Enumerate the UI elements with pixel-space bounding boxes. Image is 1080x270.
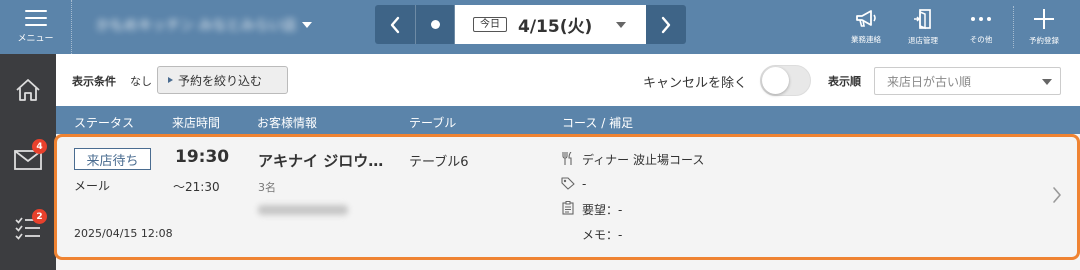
sort-select[interactable]: 来店日が古い順 xyxy=(874,67,1061,95)
chevron-right-icon xyxy=(661,16,671,33)
exclude-cancel-toggle[interactable] xyxy=(760,65,811,96)
table-header: ステータス 来店時間 お客様情報 テーブル コース / 補足 xyxy=(56,106,1080,134)
column-header: テーブル xyxy=(409,116,457,130)
exclude-cancel-label: キャンセルを除く xyxy=(643,76,748,91)
sort-label: 表示順 xyxy=(828,75,861,88)
status-badge: 来店待ち xyxy=(74,148,151,170)
tool-label: 退店管理 xyxy=(908,36,938,45)
next-day-button[interactable] xyxy=(646,5,686,44)
shop-selector[interactable]: かもめキッチン みなとみらい店 xyxy=(96,15,313,35)
guest-count: 3名 xyxy=(258,181,276,194)
task-count-badge: 2 xyxy=(32,209,47,224)
sidebar-item-home[interactable] xyxy=(0,60,56,120)
door-exit-icon xyxy=(914,9,931,30)
plus-icon xyxy=(1034,9,1054,29)
column-header: ステータス xyxy=(74,116,135,130)
chevron-left-icon xyxy=(390,16,400,33)
start-time: 19:30 xyxy=(175,147,230,167)
column-header: コース / 補足 xyxy=(562,116,634,130)
sidebar: 4 2 xyxy=(0,54,56,270)
menu-label: メニュー xyxy=(17,34,54,44)
fork-knife-icon xyxy=(562,152,572,165)
mail-count-badge: 4 xyxy=(32,139,47,154)
request-note: 要望：- xyxy=(582,203,623,217)
condition-label: 表示条件 xyxy=(72,75,116,88)
exit-management-button[interactable]: 退店管理 xyxy=(895,0,951,54)
condition-value: なし xyxy=(130,75,152,88)
dot-icon xyxy=(430,20,440,29)
more-dots-icon xyxy=(971,17,991,21)
clipboard-icon xyxy=(562,201,574,215)
current-date: 4/15(火) xyxy=(518,17,593,37)
tool-label: 予約登録 xyxy=(1029,36,1059,45)
home-icon xyxy=(16,79,40,101)
column-header: 来店時間 xyxy=(172,116,221,130)
narrow-button-label: 予約を絞り込む xyxy=(178,73,263,88)
date-picker[interactable]: 今日 4/15(火) xyxy=(455,5,646,44)
created-timestamp: 2025/04/15 12:08 xyxy=(74,227,173,240)
date-navigator: 今日 4/15(火) xyxy=(375,5,686,44)
shop-name: かもめキッチン みなとみらい店 xyxy=(96,18,297,34)
memo-note: メモ：- xyxy=(582,228,623,242)
reservation-source: メール xyxy=(74,179,111,193)
toggle-knob xyxy=(762,67,789,94)
today-dot-button[interactable] xyxy=(415,5,455,44)
guest-name: アキナイ ジロウ… xyxy=(258,152,384,170)
sidebar-item-tasks[interactable] xyxy=(0,198,56,258)
column-header: お客様情報 xyxy=(257,116,318,130)
chevron-right-icon[interactable] xyxy=(1052,186,1062,204)
caret-down-icon xyxy=(302,22,313,28)
table-number: テーブル6 xyxy=(409,155,469,170)
menu-button[interactable]: メニュー xyxy=(0,0,72,54)
today-badge: 今日 xyxy=(473,17,507,32)
sort-value: 来店日が古い順 xyxy=(887,74,972,89)
end-time: ～21:30 xyxy=(173,180,220,194)
prev-day-button[interactable] xyxy=(375,5,415,44)
course-extra: - xyxy=(582,177,587,191)
guest-phone-redacted xyxy=(258,205,348,215)
filter-bar: 表示条件 なし 予約を絞り込む キャンセルを除く 表示順 来店日が古い順 xyxy=(56,54,1080,106)
more-button[interactable]: その他 xyxy=(953,0,1009,54)
hamburger-icon xyxy=(24,10,47,26)
course-name: ディナー 波止場コース xyxy=(582,153,705,167)
tool-label: その他 xyxy=(969,35,993,44)
sidebar-item-mail[interactable] xyxy=(0,130,56,190)
megaphone-icon xyxy=(856,10,876,27)
caret-down-icon xyxy=(616,21,627,28)
caret-down-icon xyxy=(1042,79,1052,85)
new-reservation-button[interactable]: 予約登録 xyxy=(1016,0,1072,54)
narrow-reservations-button[interactable]: 予約を絞り込む xyxy=(157,66,288,94)
business-notice-button[interactable]: 業務連絡 xyxy=(838,0,894,54)
toolbar-divider xyxy=(1013,6,1014,48)
tag-icon xyxy=(561,177,575,190)
play-triangle-icon xyxy=(168,77,173,83)
top-bar: メニュー かもめキッチン みなとみらい店 今日 4/15(火) 業務連絡 退店管… xyxy=(0,0,1080,54)
tool-label: 業務連絡 xyxy=(851,35,881,44)
